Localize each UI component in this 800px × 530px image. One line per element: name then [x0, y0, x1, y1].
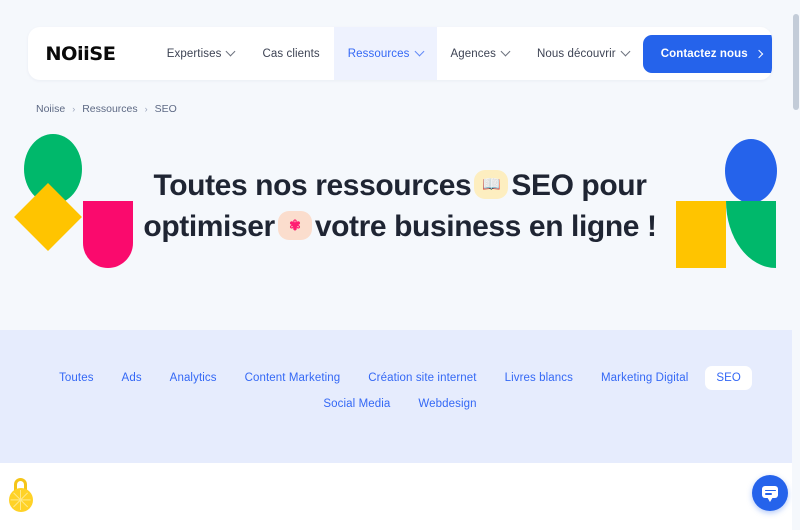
filter-chip-ads[interactable]: Ads — [111, 366, 153, 390]
open-book-glyph: 📖 — [482, 175, 501, 193]
page-title: Toutes nos ressources 📖 SEO pour optimiser… — [130, 165, 670, 247]
breadcrumb: Noiise › Ressources › SEO — [36, 103, 177, 115]
decoration-green-quarter-disc — [726, 201, 776, 268]
main-navigation: Expertises Cas clients Ressources Agence… — [153, 27, 643, 80]
filter-chip-seo[interactable]: SEO — [705, 366, 752, 390]
chat-bubble-line — [764, 489, 776, 492]
logo[interactable]: NOiiSE — [28, 27, 125, 80]
chevron-down-icon — [414, 46, 424, 57]
chat-bubble-shape — [762, 486, 778, 502]
decoration-yellow-square — [676, 201, 726, 268]
breadcrumb-separator-icon: › — [72, 104, 76, 114]
decoration-pink-half-pill — [83, 201, 133, 268]
nav-label: Ressources — [347, 47, 410, 60]
chevron-right-icon — [754, 49, 763, 58]
page-title-part-3: votre business en ligne ! — [314, 210, 657, 243]
nav-item-ressources[interactable]: Ressources — [333, 27, 437, 80]
chat-bubble-icon[interactable] — [752, 475, 788, 511]
nav-label: Cas clients — [262, 47, 320, 60]
filter-chip-toutes[interactable]: Toutes — [48, 366, 104, 390]
logo-text: NOiiSE — [45, 42, 116, 65]
nav-label: Nous découvrir — [536, 47, 616, 60]
nav-item-agences[interactable]: Agences — [437, 27, 523, 80]
nav-label: Agences — [450, 47, 496, 60]
filter-chip-marketing-digital[interactable]: Marketing Digital — [590, 366, 699, 390]
contact-button[interactable]: Contactez nous — [642, 34, 772, 73]
chevron-down-icon — [620, 46, 631, 57]
decoration-blue-ellipse — [725, 139, 777, 203]
gear-icon: ✾ — [277, 210, 312, 240]
filter-chip-social-media[interactable]: Social Media — [312, 392, 401, 416]
nav-item-expertises[interactable]: Expertises — [153, 27, 249, 80]
content-area — [0, 463, 800, 530]
filter-chip-livres-blancs[interactable]: Livres blancs — [494, 366, 584, 390]
page-title-part-1: Toutes nos ressources — [153, 169, 472, 202]
filter-chip-analytics[interactable]: Analytics — [159, 366, 228, 390]
chat-bubble-line — [764, 493, 772, 495]
filter-chip-creation-site-internet[interactable]: Création site internet — [357, 366, 487, 390]
breadcrumb-item-ressources[interactable]: Ressources — [82, 103, 137, 115]
filter-chip-webdesign[interactable]: Webdesign — [407, 392, 487, 416]
filter-chip-content-marketing[interactable]: Content Marketing — [234, 366, 352, 390]
gear-glyph: ✾ — [289, 217, 301, 234]
breadcrumb-item-seo: SEO — [154, 103, 177, 115]
scrollbar-thumb[interactable] — [793, 14, 799, 110]
chevron-down-icon — [225, 46, 236, 57]
scrollbar-track[interactable] — [792, 0, 800, 530]
category-filter-list: Toutes Ads Analytics Content Marketing C… — [45, 366, 755, 416]
open-book-icon: 📖 — [474, 169, 509, 199]
breadcrumb-item-home[interactable]: Noiise — [36, 103, 65, 115]
category-filter-band: Toutes Ads Analytics Content Marketing C… — [0, 330, 800, 463]
padlock-icon[interactable] — [8, 478, 34, 512]
nav-label: Expertises — [166, 47, 222, 60]
chevron-down-icon — [500, 46, 511, 57]
site-header: NOiiSE Expertises Cas clients Ressources… — [28, 27, 772, 80]
page-root: NOiiSE Expertises Cas clients Ressources… — [0, 0, 800, 530]
contact-button-label: Contactez nous — [660, 47, 748, 60]
header-cta-wrap: Contactez nous — [642, 27, 772, 80]
nav-item-nous-decouvrir[interactable]: Nous découvrir — [523, 27, 643, 80]
hero-section: Toutes nos ressources 📖 SEO pour optimiser… — [0, 125, 800, 330]
nav-item-cas-clients[interactable]: Cas clients — [248, 27, 333, 80]
breadcrumb-separator-icon: › — [144, 104, 148, 114]
